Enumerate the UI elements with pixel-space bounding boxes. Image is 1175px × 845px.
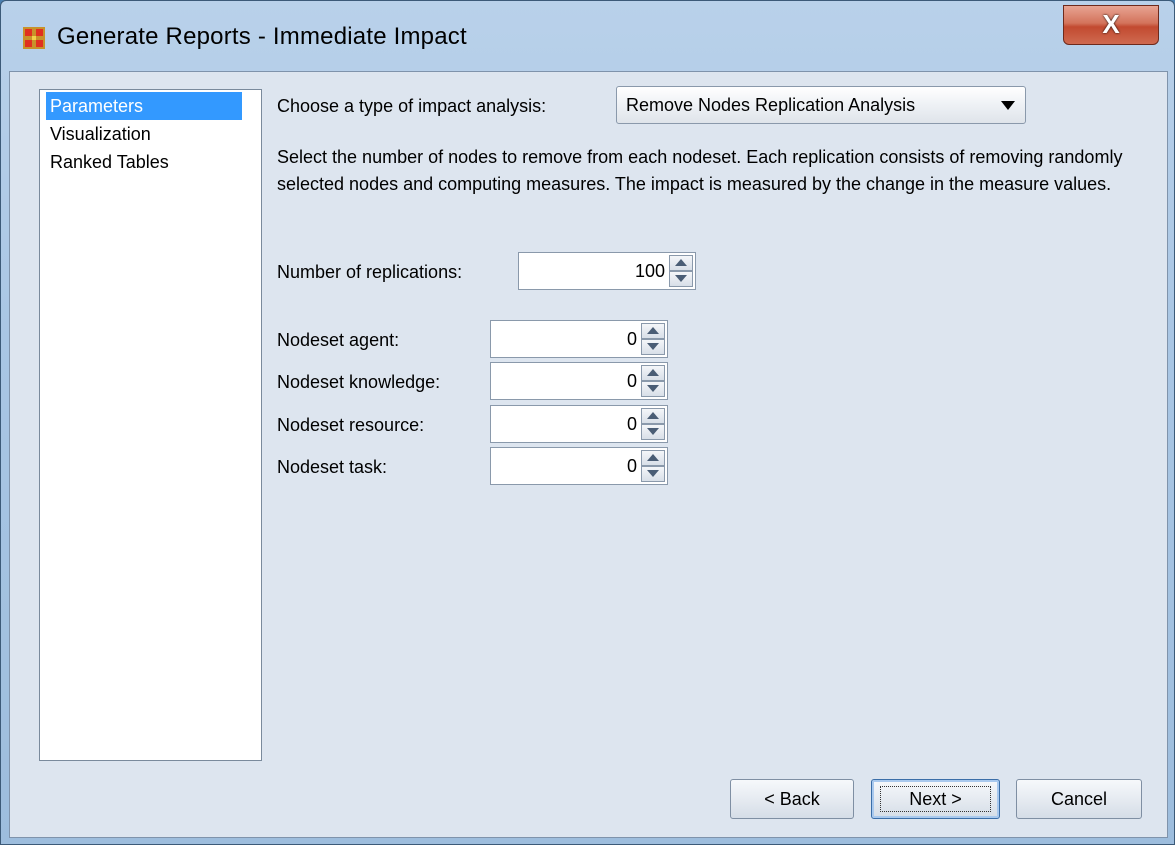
title-bar[interactable]: Generate Reports - Immediate Impact X [1, 1, 1174, 71]
nav-item-parameters[interactable]: Parameters [46, 92, 242, 120]
nav-item-visualization[interactable]: Visualization [46, 120, 155, 148]
back-button-label: < Back [764, 789, 820, 809]
increment-arrow-icon[interactable] [641, 365, 665, 381]
nodeset-task-label: Nodeset task: [277, 457, 388, 477]
nodeset-task-spinner[interactable]: 0 [490, 447, 668, 485]
increment-arrow-icon[interactable] [641, 450, 665, 466]
increment-arrow-icon[interactable] [641, 408, 665, 424]
replications-spinner[interactable]: 100 [518, 252, 696, 290]
nodeset-knowledge-spinner[interactable]: 0 [490, 362, 668, 400]
nodeset-task-value: 0 [626, 456, 637, 476]
replications-label: Number of replications: [277, 262, 463, 282]
nodeset-knowledge-label: Nodeset knowledge: [277, 372, 441, 392]
step-list: Parameters Visualization Ranked Tables [39, 89, 262, 761]
nav-item-ranked-tables[interactable]: Ranked Tables [46, 148, 173, 176]
nodeset-agent-label: Nodeset agent: [277, 330, 400, 350]
decrement-arrow-icon[interactable] [641, 339, 665, 355]
decrement-arrow-icon[interactable] [641, 466, 665, 482]
cancel-button-label: Cancel [1050, 789, 1108, 809]
dialog-content: Parameters Visualization Ranked Tables C… [9, 71, 1168, 838]
next-button[interactable]: Next > [871, 779, 1000, 819]
replications-value: 100 [634, 261, 665, 281]
nodeset-agent-spinner[interactable]: 0 [490, 320, 668, 358]
description-text: Select the number of nodes to remove fro… [277, 147, 1123, 194]
impact-type-label: Choose a type of impact analysis: [277, 96, 547, 116]
decrement-arrow-icon[interactable] [641, 381, 665, 397]
increment-arrow-icon[interactable] [669, 255, 693, 271]
nodeset-knowledge-value: 0 [626, 371, 637, 391]
nodeset-resource-spinner[interactable]: 0 [490, 405, 668, 443]
close-button[interactable]: X [1063, 5, 1159, 45]
app-icon [23, 27, 45, 49]
dialog-window: Generate Reports - Immediate Impact X Pa… [0, 0, 1175, 845]
next-button-label: Next > [909, 789, 962, 809]
increment-arrow-icon[interactable] [641, 323, 665, 339]
nodeset-resource-label: Nodeset resource: [277, 415, 425, 435]
nodeset-resource-value: 0 [626, 414, 637, 434]
window-title: Generate Reports - Immediate Impact [57, 23, 467, 50]
decrement-arrow-icon[interactable] [669, 271, 693, 287]
back-button[interactable]: < Back [730, 779, 854, 819]
nodeset-agent-value: 0 [626, 329, 637, 349]
impact-type-dropdown[interactable]: Remove Nodes Replication Analysis [616, 86, 1026, 124]
cancel-button[interactable]: Cancel [1016, 779, 1142, 819]
impact-type-value: Remove Nodes Replication Analysis [626, 95, 916, 115]
dropdown-arrow-icon [1001, 101, 1015, 110]
decrement-arrow-icon[interactable] [641, 424, 665, 440]
